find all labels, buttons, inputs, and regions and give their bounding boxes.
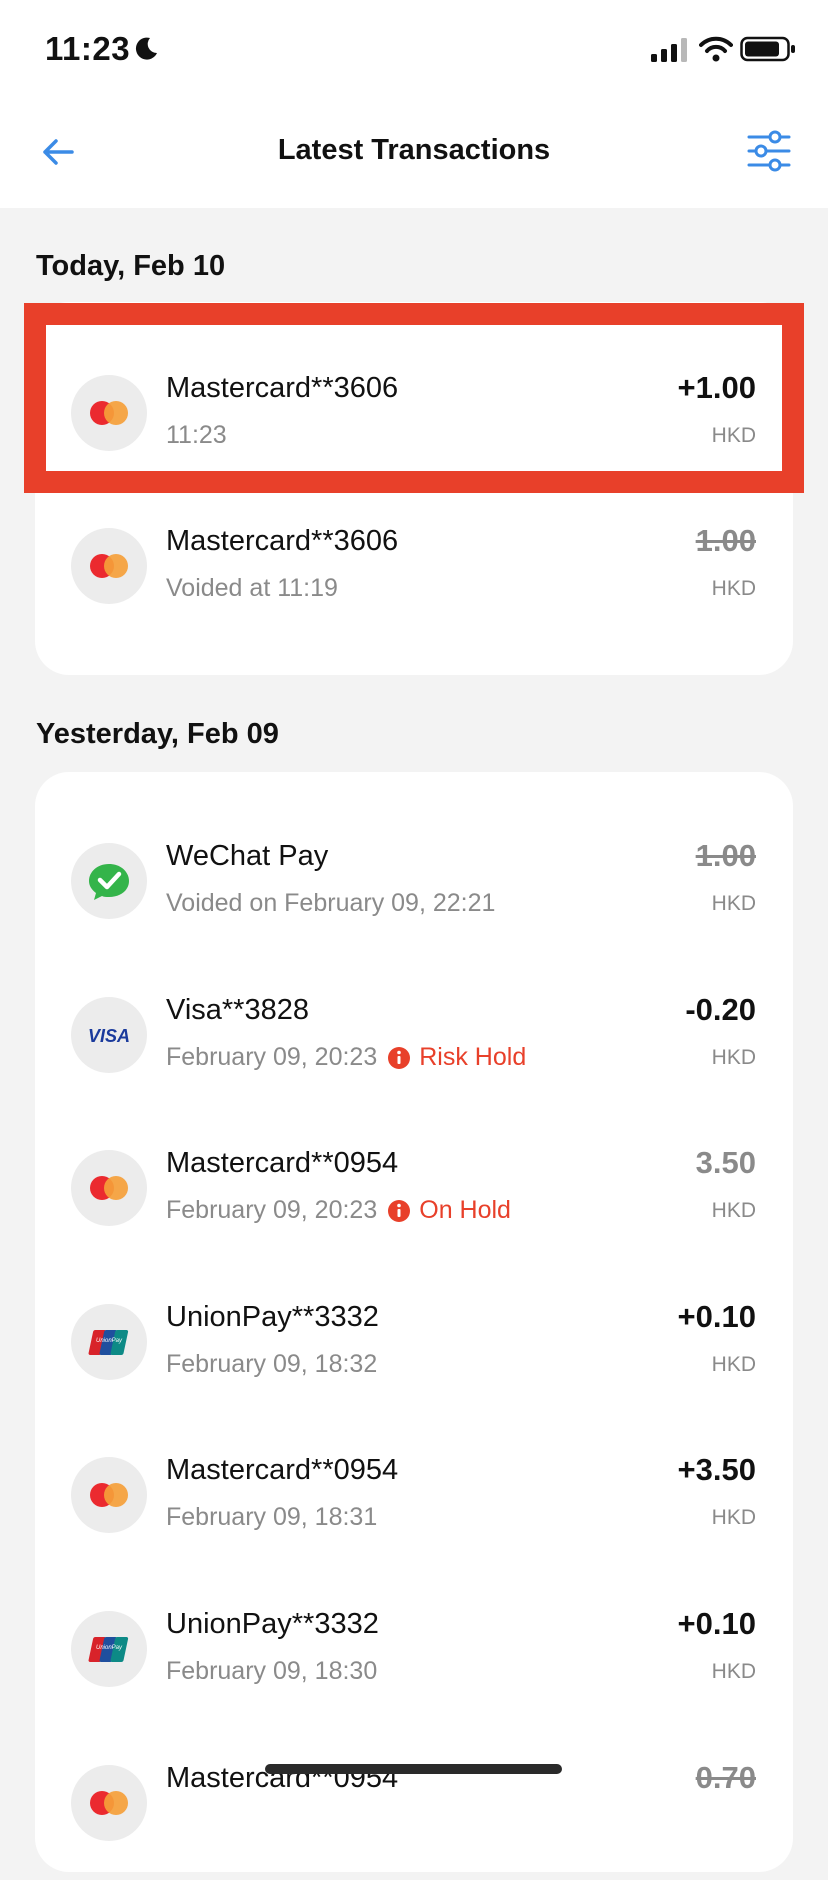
transaction-row[interactable]: Mastercard**0954 February 09, 20:23 On H… xyxy=(35,1111,793,1265)
transaction-name: Mastercard**0954 xyxy=(166,1454,399,1486)
svg-text:UnionPay: UnionPay xyxy=(96,1645,123,1651)
section-date-today: Today, Feb 10 xyxy=(36,250,226,282)
transaction-currency: HKD xyxy=(711,577,756,600)
transaction-amount: -0.20 xyxy=(685,992,756,1027)
transaction-amount: +0.10 xyxy=(677,1606,756,1641)
transaction-amount: +0.10 xyxy=(677,1299,756,1334)
transaction-row[interactable]: UnionPay UnionPay**3332 February 09, 18:… xyxy=(35,1572,793,1726)
transaction-row[interactable]: VISA Visa**3828 February 09, 20:23 Risk … xyxy=(35,958,793,1112)
transaction-row[interactable]: WeChat Pay Voided on February 09, 22:21 … xyxy=(35,804,793,958)
transaction-time: February 09, 18:32 xyxy=(166,1350,378,1378)
transaction-row[interactable]: Mastercard**0954 February 09, 18:31 +3.5… xyxy=(35,1418,793,1572)
transaction-amount-voided: 1.00 xyxy=(695,523,756,558)
info-alert-icon xyxy=(388,1199,411,1222)
svg-text:UnionPay: UnionPay xyxy=(96,1338,123,1344)
wechat-pay-icon xyxy=(71,843,147,919)
transaction-amount-on-hold: 3.50 xyxy=(695,1145,756,1180)
unionpay-icon: UnionPay xyxy=(71,1304,147,1380)
risk-hold-badge: Risk Hold xyxy=(387,1043,526,1072)
transaction-name: WeChat Pay xyxy=(166,840,329,872)
on-hold-badge: On Hold xyxy=(387,1196,511,1225)
cellular-signal-icon xyxy=(651,38,687,62)
home-indicator xyxy=(265,1764,562,1774)
transaction-amount: +3.50 xyxy=(677,1452,756,1487)
mastercard-icon xyxy=(71,1457,147,1533)
visa-icon: VISA xyxy=(71,997,147,1073)
transaction-amount-voided: 1.00 xyxy=(695,838,756,873)
transaction-time: February 09, 20:23 On Hold xyxy=(166,1196,511,1225)
highlight-box xyxy=(24,303,804,493)
transaction-amount-voided: 0.70 xyxy=(695,1760,756,1795)
transaction-name: UnionPay**3332 xyxy=(166,1608,379,1640)
transaction-time: Voided at 11:19 xyxy=(166,574,338,602)
mastercard-icon xyxy=(71,1765,147,1841)
transaction-currency: HKD xyxy=(711,1046,756,1069)
top-bar: 11:23 Latest Transactions xyxy=(0,0,828,208)
transaction-time: February 09, 18:31 xyxy=(166,1503,378,1531)
transaction-row[interactable]: UnionPay UnionPay**3332 February 09, 18:… xyxy=(35,1265,793,1419)
transaction-currency: HKD xyxy=(711,892,756,915)
filter-sliders-icon[interactable] xyxy=(746,130,792,172)
transaction-time: February 09, 18:30 xyxy=(166,1657,378,1685)
svg-text:VISA: VISA xyxy=(88,1026,130,1046)
transaction-row[interactable]: Mastercard**3606 Voided at 11:19 1.00 HK… xyxy=(35,489,793,643)
do-not-disturb-moon-icon xyxy=(135,37,157,60)
transaction-currency: HKD xyxy=(711,1353,756,1376)
transaction-time: Voided on February 09, 22:21 xyxy=(166,889,496,917)
battery-icon xyxy=(740,36,795,62)
transaction-name: Mastercard**3606 xyxy=(166,525,399,557)
section-date-yesterday: Yesterday, Feb 09 xyxy=(36,718,279,750)
info-alert-icon xyxy=(388,1046,411,1069)
transaction-row[interactable]: Mastercard**0954 0.70 xyxy=(35,1726,793,1880)
transaction-name: Visa**3828 xyxy=(166,994,309,1026)
transaction-name: UnionPay**3332 xyxy=(166,1301,379,1333)
transaction-name: Mastercard**0954 xyxy=(166,1147,399,1179)
mastercard-icon xyxy=(71,1150,147,1226)
wifi-icon xyxy=(699,36,733,62)
transaction-currency: HKD xyxy=(711,1199,756,1222)
transaction-currency: HKD xyxy=(711,1506,756,1529)
mastercard-icon xyxy=(71,528,147,604)
unionpay-icon: UnionPay xyxy=(71,1611,147,1687)
transaction-time: February 09, 20:23 Risk Hold xyxy=(166,1043,527,1072)
status-time: 11:23 xyxy=(45,30,131,67)
page-title: Latest Transactions xyxy=(277,134,551,166)
transaction-currency: HKD xyxy=(711,1660,756,1683)
